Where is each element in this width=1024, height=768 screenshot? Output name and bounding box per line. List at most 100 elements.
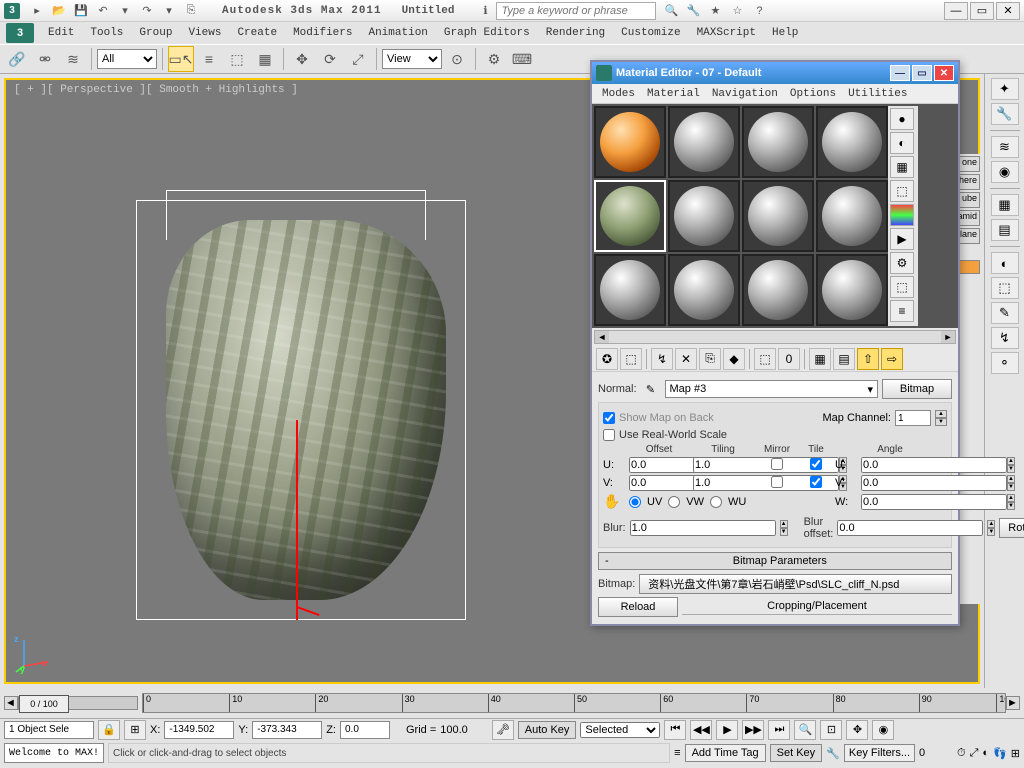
display-panel-icon[interactable]: ▦ [991, 194, 1019, 216]
save-icon[interactable]: 💾 [71, 2, 91, 20]
auto-key-button[interactable]: Auto Key [518, 721, 577, 739]
scroll-left-icon[interactable]: ◄ [595, 331, 609, 343]
material-slot-9[interactable] [594, 254, 666, 326]
hand-icon[interactable]: ✋ [603, 493, 625, 510]
favorites-icon[interactable]: ☆ [727, 2, 747, 20]
menu-modifiers[interactable]: Modifiers [285, 24, 360, 42]
play-icon[interactable]: ▶ [716, 720, 738, 740]
key-icon[interactable]: 🗝 [492, 720, 514, 740]
me-menu-modes[interactable]: Modes [596, 86, 641, 102]
go-forward-icon[interactable]: ⇨ [881, 348, 903, 370]
viewport-label[interactable]: [ + ][ Perspective ][ Smooth + Highlight… [14, 84, 298, 96]
bitmap-parameters-rollout[interactable]: -Bitmap Parameters [598, 552, 952, 570]
key-filters-button[interactable]: Key Filters... [844, 744, 915, 762]
go-to-parent-icon[interactable]: ⇧ [857, 348, 879, 370]
nav-fov-icon[interactable]: ◐ [982, 747, 989, 759]
reload-button[interactable]: Reload [598, 597, 678, 617]
w-angle-input[interactable] [861, 494, 1007, 510]
material-slot-4[interactable] [816, 106, 888, 178]
material-slots-hscroll[interactable]: ◄ ► [594, 330, 956, 344]
manipulate-button[interactable]: ⚙ [481, 46, 507, 72]
blur-offset-input[interactable] [837, 520, 983, 536]
nav-arc-icon[interactable]: ◉ [872, 720, 894, 740]
refcoord-dropdown[interactable]: View [382, 49, 442, 69]
assign-material-icon[interactable]: ↯ [651, 348, 673, 370]
material-slot-5[interactable] [594, 180, 666, 252]
backlight-icon[interactable]: ◐ [890, 132, 914, 154]
show-map-on-back-checkbox[interactable] [603, 412, 615, 424]
me-menu-material[interactable]: Material [641, 86, 706, 102]
time-ruler[interactable]: 0 10 20 30 40 50 60 70 80 90 100 [142, 693, 1006, 713]
prev-frame-icon[interactable]: ◀◀ [690, 720, 712, 740]
motion-panel-icon[interactable]: ◉ [991, 161, 1019, 183]
help-search-input[interactable] [496, 2, 656, 20]
material-slot-10[interactable] [668, 254, 740, 326]
create-panel-icon[interactable]: ✦ [991, 78, 1019, 100]
hierarchy-panel-icon[interactable]: ≋ [991, 136, 1019, 158]
material-slot-6[interactable] [668, 180, 740, 252]
menu-help[interactable]: Help [764, 24, 806, 42]
menu-rendering[interactable]: Rendering [538, 24, 613, 42]
bitmap-path-button[interactable]: 资料\光盘文件\第7章\岩石峭壁\Psd\SLC_cliff_N.psd [639, 574, 952, 594]
get-material-icon[interactable]: ✪ [596, 348, 618, 370]
menu-customize[interactable]: Customize [613, 24, 688, 42]
link-button[interactable]: 🔗 [4, 46, 30, 72]
u-mirror-checkbox[interactable] [771, 458, 783, 470]
scroll-right-icon[interactable]: ► [941, 331, 955, 343]
goto-end-icon[interactable]: ⏭ [768, 720, 790, 740]
me-menu-options[interactable]: Options [784, 86, 842, 102]
make-copy-icon[interactable]: ⎘ [699, 348, 721, 370]
window-minimize-button[interactable]: — [944, 2, 968, 20]
timeline-right-arrow[interactable]: ► [1006, 696, 1020, 710]
select-region-button[interactable]: ⬚ [224, 46, 250, 72]
put-to-library-icon[interactable]: ⬚ [754, 348, 776, 370]
show-in-viewport-icon[interactable]: ▦ [809, 348, 831, 370]
select-by-material-icon[interactable]: ⬚ [890, 276, 914, 298]
undo-icon[interactable]: ↶ [93, 2, 113, 20]
y-coord-input[interactable]: -373.343 [252, 721, 322, 739]
vw-radio[interactable] [668, 496, 680, 508]
background-icon[interactable]: ▦ [890, 156, 914, 178]
material-editor-titlebar[interactable]: Material Editor - 07 - Default — ▭ ✕ [592, 62, 958, 84]
open-icon[interactable]: 📂 [49, 2, 69, 20]
redo-icon[interactable]: ↷ [137, 2, 157, 20]
selection-lock-icon[interactable]: 🔒 [98, 720, 120, 740]
add-time-tag-button[interactable]: Add Time Tag [685, 744, 766, 762]
move-button[interactable]: ✥ [289, 46, 315, 72]
unlink-button[interactable]: ⚮ [32, 46, 58, 72]
v-mirror-checkbox[interactable] [771, 476, 783, 488]
nav-zoom-all-icon[interactable]: ⊡ [820, 720, 842, 740]
me-maximize-button[interactable]: ▭ [912, 65, 932, 81]
uv-radio[interactable] [629, 496, 641, 508]
select-object-button[interactable]: ▭↖ [168, 46, 194, 72]
material-id-icon[interactable]: 0 [778, 348, 800, 370]
eyedropper-icon[interactable]: ✎ [641, 383, 661, 396]
reset-map-icon[interactable]: ✕ [675, 348, 697, 370]
next-frame-icon[interactable]: ▶▶ [742, 720, 764, 740]
options-icon[interactable]: ⚙ [890, 252, 914, 274]
tool-icon-3[interactable]: ✎ [991, 302, 1019, 324]
pivot-center-button[interactable]: ⊙ [444, 46, 470, 72]
menu-group[interactable]: Group [131, 24, 180, 42]
rotate-button[interactable]: Rotate [999, 518, 1024, 538]
me-menu-navigation[interactable]: Navigation [706, 86, 784, 102]
window-maximize-button[interactable]: ▭ [970, 2, 994, 20]
tool-icon-2[interactable]: ⬚ [991, 277, 1019, 299]
modify-panel-icon[interactable]: 🔧 [991, 103, 1019, 125]
wu-radio[interactable] [710, 496, 722, 508]
x-coord-input[interactable]: -1349.502 [164, 721, 234, 739]
rotate-button[interactable]: ⟳ [317, 46, 343, 72]
nav-pan-icon[interactable]: ✥ [846, 720, 868, 740]
material-slot-3[interactable] [742, 106, 814, 178]
material-slot-7[interactable] [742, 180, 814, 252]
new-icon[interactable]: ▸ [27, 2, 47, 20]
nav-zoom-extents-icon[interactable]: ⤢ [970, 747, 979, 760]
tool-icon-4[interactable]: ↯ [991, 327, 1019, 349]
tool-icon-1[interactable]: ◐ [991, 252, 1019, 274]
v-angle-input[interactable] [861, 475, 1007, 491]
nav-walk-icon[interactable]: 👣 [993, 747, 1007, 760]
key-mode-dropdown[interactable]: Selected [580, 722, 660, 738]
nav-zoom-icon[interactable]: 🔍 [794, 720, 816, 740]
selection-filter-dropdown[interactable]: All [97, 49, 157, 69]
redo-menu-icon[interactable]: ▾ [159, 2, 179, 20]
